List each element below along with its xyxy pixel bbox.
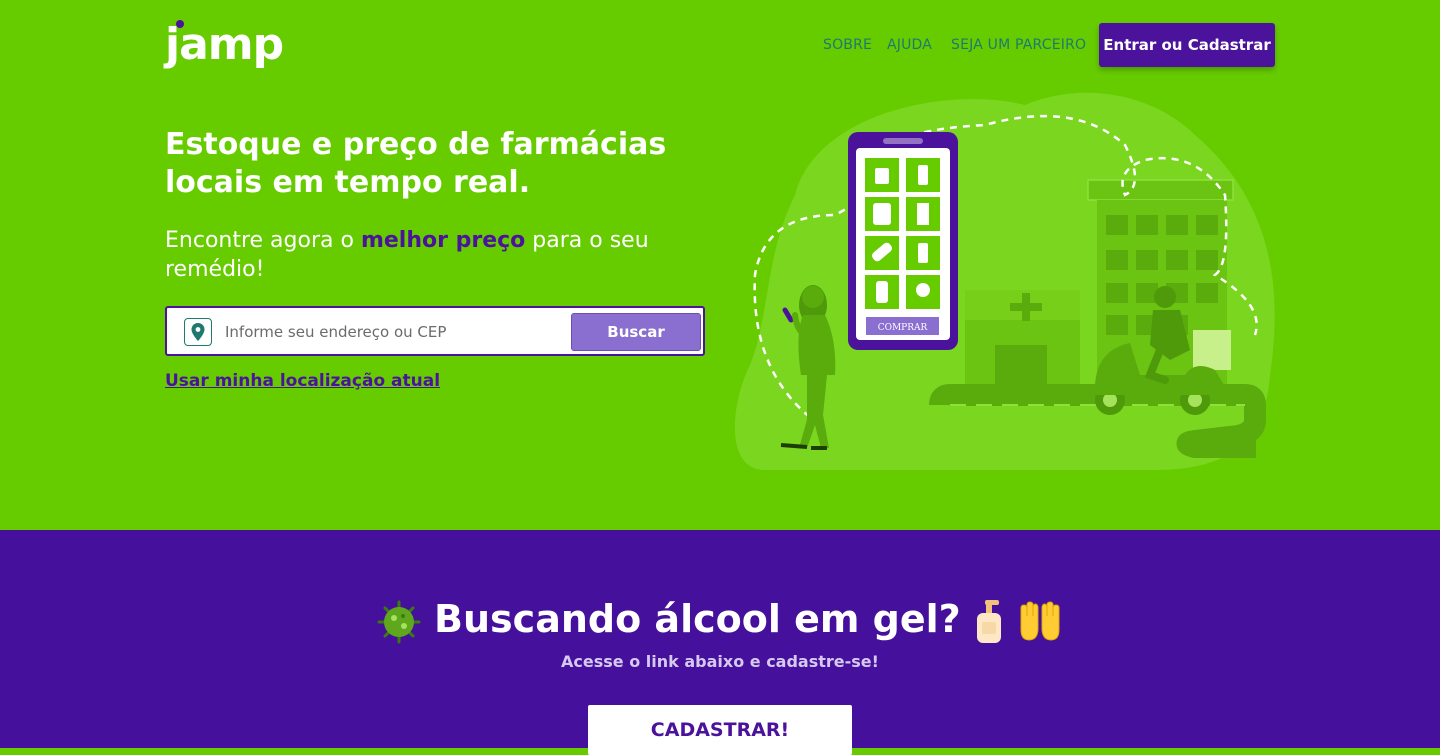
logo-dot <box>176 20 184 28</box>
nav-link-ajuda[interactable]: AJUDA <box>887 37 932 53</box>
use-current-location-link[interactable]: Usar minha localização atual <box>165 371 440 391</box>
promo-subtitle: Acesse o link abaixo e cadastre-se! <box>561 652 879 671</box>
promo-title-text: Buscando álcool em gel? <box>434 597 961 641</box>
address-search-box: Buscar <box>165 306 705 356</box>
hero-headline: Estoque e preço de farmácias locais em t… <box>165 127 667 200</box>
subheadline-pre: Encontre agora o <box>165 228 361 253</box>
hero-subheadline: Encontre agora o melhor preço para o seu… <box>165 226 685 284</box>
location-pin-icon <box>184 318 212 346</box>
jamp-logo[interactable]: jamp <box>165 16 284 74</box>
illustration-comprar-label: COMPRAR <box>878 323 928 333</box>
login-signup-button[interactable]: Entrar ou Cadastrar <box>1099 23 1275 67</box>
promo-section: Buscando álcool em gel? Acesse o link ab… <box>0 530 1440 755</box>
search-button[interactable]: Buscar <box>571 313 701 351</box>
pharmacy-delivery-illustration: COMPRAR <box>734 92 1275 471</box>
promo-title: Buscando álcool em gel? <box>0 597 1440 644</box>
address-input[interactable] <box>225 318 565 346</box>
raised-hands-icon <box>1020 600 1060 641</box>
lotion-bottle-icon <box>976 599 1001 643</box>
hero-section: jamp SOBRE AJUDA SEJA UM PARCEIRO Entrar… <box>0 0 1440 530</box>
virus-icon <box>377 600 421 643</box>
subheadline-highlight: melhor preço <box>360 228 526 253</box>
nav-link-seja-um-parceiro[interactable]: SEJA UM PARCEIRO <box>951 37 1086 53</box>
nav-link-sobre[interactable]: SOBRE <box>823 37 872 53</box>
